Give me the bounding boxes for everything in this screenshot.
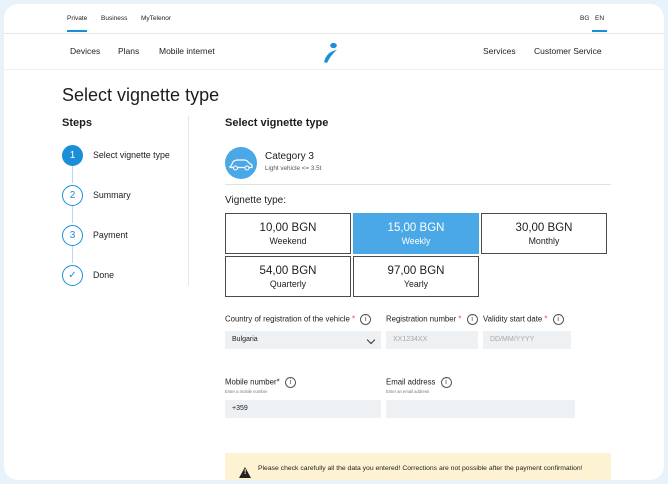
step-select-vignette-type: 1 Select vignette type	[62, 145, 192, 167]
vignette-type-title: Vignette type:	[225, 195, 286, 206]
info-icon[interactable]: i	[284, 377, 296, 388]
option-period: Weekly	[401, 236, 431, 246]
validity-start-date-input[interactable]: DD/MM/YYYY	[483, 331, 571, 349]
option-yearly[interactable]: 97,00 BGN Yearly	[353, 256, 479, 297]
step-summary: 2 Summary	[62, 185, 192, 207]
warning-banner: ! Please check carefully all the data yo…	[225, 453, 611, 480]
option-period: Yearly	[403, 279, 429, 289]
column-divider	[188, 116, 189, 286]
option-weekend[interactable]: 10,00 BGN Weekend	[225, 213, 351, 254]
steps-title: Steps	[62, 117, 92, 129]
top-bar: Private Business MyTelenor BG EN	[4, 4, 664, 34]
option-price: 10,00 BGN	[259, 222, 317, 234]
warning-text: Please check carefully all the data you …	[258, 465, 583, 472]
check-icon: ✓	[62, 265, 83, 286]
option-weekly[interactable]: 15,00 BGN Weekly	[353, 213, 479, 254]
language-en[interactable]: EN	[592, 15, 608, 32]
category-description: Light vehicle <= 3.5t	[265, 165, 322, 172]
step-number: 2	[62, 185, 83, 206]
registration-label: Registration number * i	[386, 314, 478, 325]
mobile-label: Mobile number* i	[225, 377, 296, 388]
option-period: Quarterly	[269, 279, 307, 289]
info-icon[interactable]: i	[440, 377, 452, 388]
category-name: Category 3	[265, 151, 314, 162]
email-input[interactable]	[386, 400, 575, 418]
nav-devices[interactable]: Devices	[70, 46, 100, 56]
info-icon[interactable]: i	[552, 314, 564, 325]
option-monthly[interactable]: 30,00 BGN Monthly	[481, 213, 607, 254]
segment-mytelenor[interactable]: MyTelenor	[141, 15, 171, 22]
step-label: Payment	[93, 230, 128, 240]
registration-number-input[interactable]: XX1234XX	[386, 331, 478, 349]
step-number: 1	[62, 145, 83, 166]
step-connector	[72, 206, 73, 223]
segment-business[interactable]: Business	[101, 15, 127, 22]
segment-private[interactable]: Private	[67, 15, 88, 32]
required-mark: *	[352, 314, 356, 324]
main-nav: Devices Plans Mobile internet Services C…	[4, 34, 664, 70]
nav-plans[interactable]: Plans	[118, 46, 139, 56]
language-bg[interactable]: BG	[580, 15, 589, 22]
step-label: Select vignette type	[93, 150, 170, 160]
step-connector	[72, 166, 73, 183]
mobile-number-input[interactable]: +359	[225, 400, 381, 418]
option-quarterly[interactable]: 54,00 BGN Quarterly	[225, 256, 351, 297]
step-connector	[72, 246, 73, 263]
nav-services[interactable]: Services	[483, 46, 516, 56]
page-title: Select vignette type	[62, 85, 220, 105]
telenor-logo[interactable]	[320, 42, 340, 64]
email-label: Email address i	[386, 377, 452, 388]
required-mark: *	[458, 314, 462, 324]
section-title: Select vignette type	[225, 117, 329, 129]
step-label: Done	[93, 270, 115, 280]
option-period: Weekend	[269, 236, 307, 246]
option-price: 15,00 BGN	[387, 222, 445, 234]
step-number: 3	[62, 225, 83, 246]
nav-mobile-internet[interactable]: Mobile internet	[159, 46, 215, 56]
mobile-hint: Enter a mobile number	[225, 389, 268, 394]
option-price: 97,00 BGN	[387, 265, 445, 277]
option-period: Monthly	[528, 236, 560, 246]
step-payment: 3 Payment	[62, 225, 192, 247]
nav-customer-service[interactable]: Customer Service	[534, 46, 602, 56]
country-label: Country of registration of the vehicle *…	[225, 314, 372, 325]
step-done: ✓ Done	[62, 265, 192, 287]
chevron-down-icon	[366, 335, 376, 345]
info-icon[interactable]: i	[466, 314, 478, 325]
divider	[225, 184, 611, 185]
email-hint: Enter an email address	[386, 389, 430, 394]
car-icon	[225, 147, 257, 179]
country-select[interactable]: Bulgaria	[225, 331, 381, 349]
required-mark: *	[544, 314, 548, 324]
step-label: Summary	[93, 190, 131, 200]
info-icon[interactable]: i	[360, 314, 372, 325]
option-price: 54,00 BGN	[259, 265, 317, 277]
validity-label: Validity start date * i	[483, 314, 564, 325]
option-price: 30,00 BGN	[515, 222, 573, 234]
page-frame: Private Business MyTelenor BG EN Devices…	[4, 4, 664, 480]
